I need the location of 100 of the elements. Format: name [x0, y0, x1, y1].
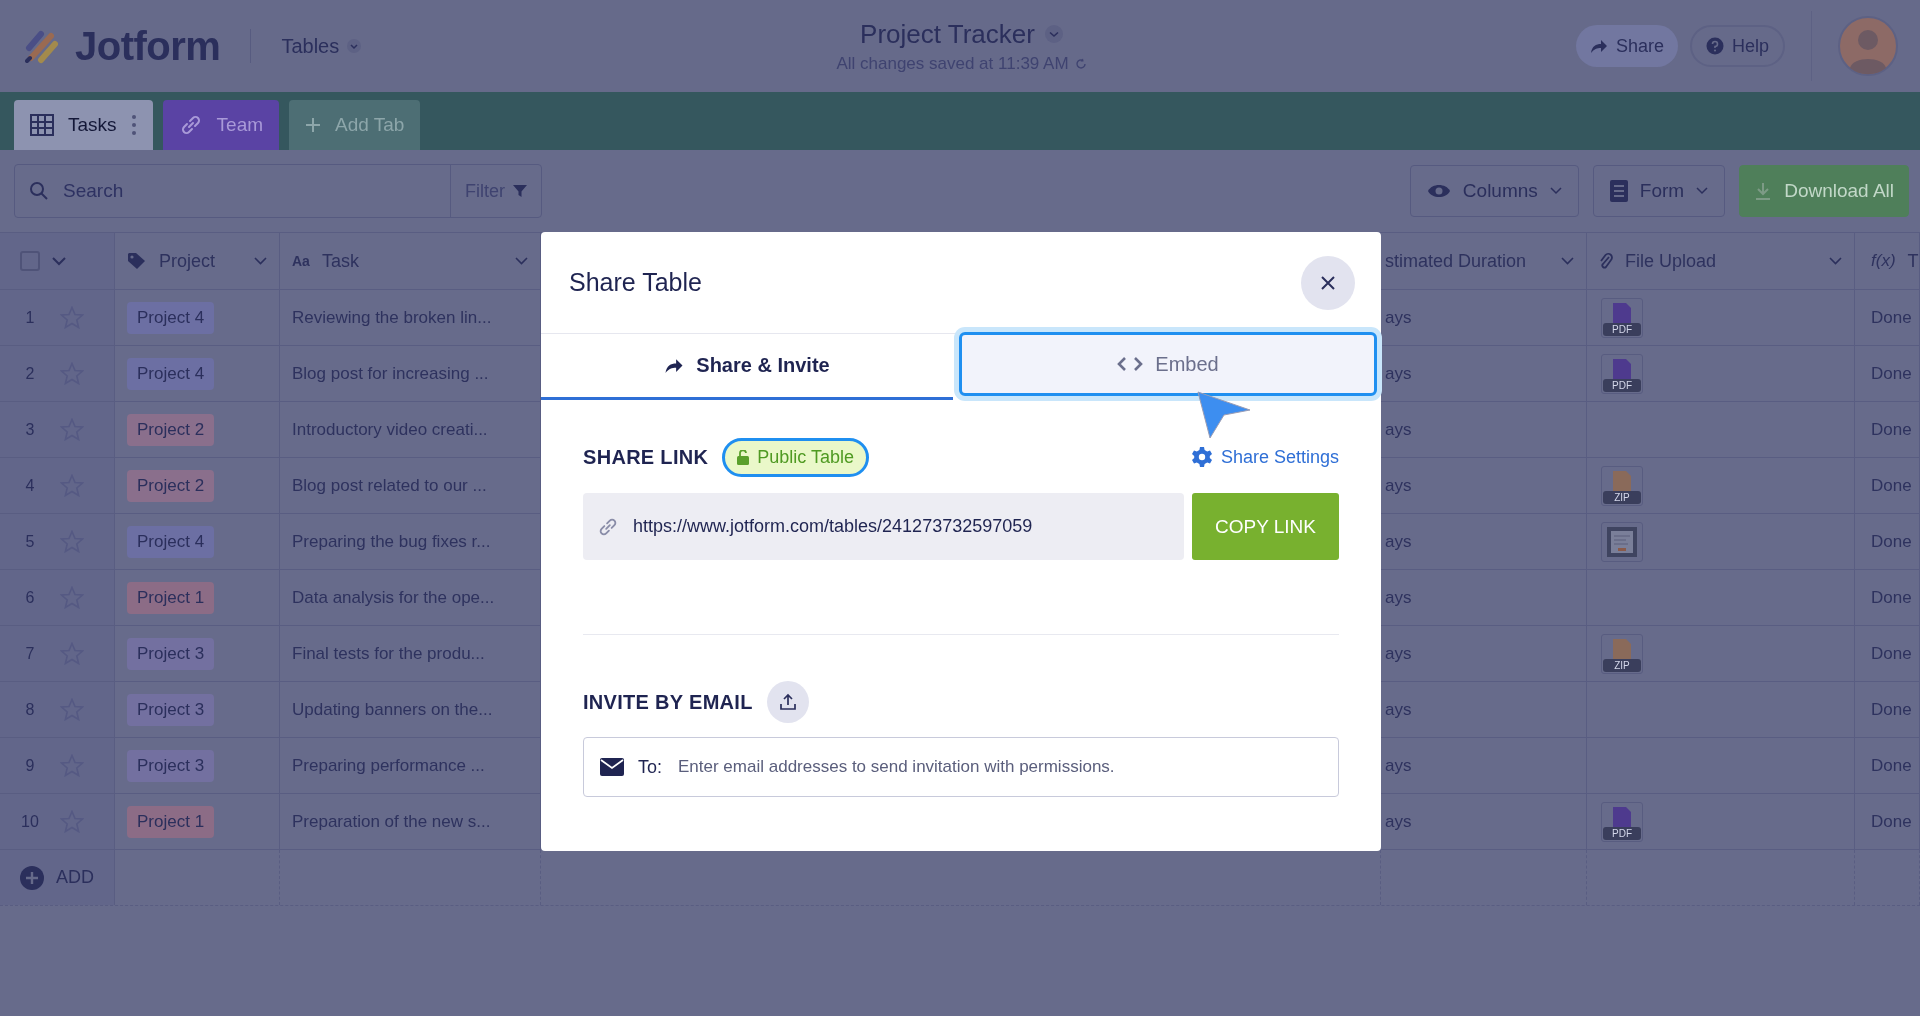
- table-cell: Done: [1871, 307, 1912, 328]
- column-header[interactable]: T: [1907, 250, 1919, 272]
- table-cell: ays: [1385, 699, 1412, 720]
- project-tag: Project 2: [127, 469, 215, 502]
- link-input[interactable]: https://www.jotform.com/tables/241273732597059: [631, 503, 1155, 550]
- share-arrow-icon: [664, 357, 685, 374]
- file-thumbnail[interactable]: PDF: [1601, 297, 1643, 338]
- chevron-icon[interactable]: [254, 257, 267, 265]
- table-cell: Done: [1871, 363, 1912, 384]
- table-cell: Done: [1871, 755, 1912, 776]
- project-tag: Project 3: [127, 749, 215, 782]
- file-type-label: ZIP: [1603, 658, 1641, 672]
- header-button[interactable]: Share: [1575, 25, 1678, 67]
- row-number: 6: [24, 588, 36, 607]
- download-icon: [1754, 182, 1773, 200]
- document-icon: [1609, 180, 1628, 202]
- table-cell: ays: [1385, 811, 1412, 832]
- table-cell: ays: [1385, 587, 1412, 608]
- section-heading: SHARE LINK: [583, 445, 709, 469]
- table-tab[interactable]: Tasks: [14, 100, 153, 150]
- search-field[interactable]: Search: [15, 165, 451, 217]
- eye-icon: [1426, 183, 1451, 199]
- table-cell: ays: [1385, 363, 1412, 384]
- file-thumbnail[interactable]: ZIP: [1601, 465, 1643, 506]
- envelope-icon: [600, 758, 624, 776]
- close-icon: [1320, 274, 1336, 291]
- column-header[interactable]: File Upload: [1625, 250, 1717, 272]
- toolbar-button[interactable]: Download All: [1739, 165, 1909, 217]
- table-cell: Done: [1871, 531, 1912, 552]
- table-cell: ays: [1385, 531, 1412, 552]
- refresh-icon: [1074, 57, 1087, 70]
- table-cell: ays: [1385, 475, 1412, 496]
- table-cell: ays: [1385, 419, 1412, 440]
- table-cell: Done: [1871, 587, 1912, 608]
- close-button[interactable]: [1301, 255, 1355, 310]
- kebab-icon[interactable]: [130, 114, 137, 136]
- chevron-icon: [347, 39, 362, 53]
- project-tag: Project 2: [127, 413, 215, 446]
- table-cell: Done: [1871, 475, 1912, 496]
- table-cell: Final tests for the produ...: [292, 643, 485, 664]
- funnel-icon: [513, 184, 527, 198]
- search-icon: [29, 181, 49, 201]
- table-cell: Preparing the bug fixes r...: [292, 531, 491, 552]
- logo-icon: [25, 28, 61, 64]
- file-thumbnail[interactable]: PDF: [1601, 353, 1643, 394]
- project-tag: Project 4: [127, 301, 215, 334]
- column-header[interactable]: Task: [321, 250, 359, 272]
- share-settings-link[interactable]: Share Settings: [1190, 446, 1339, 468]
- dialog-title: Share Table: [569, 268, 702, 297]
- chevron-icon[interactable]: [1044, 25, 1063, 43]
- share-arrow-icon: [1589, 38, 1608, 54]
- toolbar-button[interactable]: Form: [1592, 165, 1726, 217]
- chevron-icon[interactable]: [1829, 257, 1842, 265]
- chevron-icon: [1696, 187, 1709, 195]
- table-cell: Data analysis for the ope...: [292, 587, 495, 608]
- share-link-field[interactable]: https://www.jotform.com/tables/241273732597059: [583, 493, 1184, 560]
- field-type-label: f(x): [1871, 251, 1896, 271]
- header-button[interactable]: Help: [1689, 25, 1785, 67]
- upload-button[interactable]: [766, 681, 809, 723]
- email-field[interactable]: To: Enter email addresses to send invitation with permissions.: [583, 737, 1339, 797]
- avatar-icon[interactable]: [1838, 16, 1898, 76]
- table-tab[interactable]: Team: [162, 100, 280, 150]
- toolbar-button[interactable]: Columns: [1409, 165, 1579, 217]
- section-dropdown[interactable]: Tables: [281, 34, 362, 58]
- project-tag: Project 1: [127, 805, 215, 838]
- public-status-badge[interactable]: Public Table: [722, 437, 869, 477]
- table-tab[interactable]: Add Tab: [289, 100, 421, 150]
- table-cell: Done: [1871, 811, 1912, 832]
- search-input[interactable]: Search: [61, 170, 425, 212]
- table-cell: Introductory video creati...: [292, 419, 488, 440]
- file-type-label: PDF: [1603, 322, 1641, 336]
- table-cell: Blog post related to our ...: [292, 475, 487, 496]
- table-cell: Done: [1871, 699, 1912, 720]
- plus-circle-icon: [20, 865, 44, 890]
- cursor-icon: [1196, 390, 1252, 440]
- file-type-label: PDF: [1603, 826, 1641, 840]
- chevron-icon[interactable]: [1561, 257, 1574, 265]
- settings-icon: [1190, 446, 1213, 468]
- document-title[interactable]: Project Tracker: [860, 18, 1035, 50]
- paperclip-icon: [1599, 251, 1613, 271]
- chevron-icon[interactable]: [52, 256, 66, 266]
- logo-text: Jotform: [75, 23, 221, 69]
- table-cell: Preparation of the new s...: [292, 811, 491, 832]
- field-type-label: Aa: [292, 253, 310, 269]
- table-cell: Done: [1871, 643, 1912, 664]
- row-number: 4: [24, 476, 36, 495]
- file-thumbnail[interactable]: [1601, 521, 1643, 562]
- file-thumbnail[interactable]: ZIP: [1601, 633, 1643, 674]
- plus-icon: [305, 117, 322, 133]
- grid-icon: [30, 114, 54, 136]
- project-tag: Project 4: [127, 525, 215, 558]
- column-header[interactable]: stimated Duration: [1385, 250, 1527, 272]
- chevron-icon: [1549, 187, 1562, 195]
- dialog-tab[interactable]: Share & Invite: [541, 334, 953, 400]
- column-header[interactable]: Project: [159, 250, 216, 272]
- tag-icon: [127, 252, 147, 270]
- copy-link-button[interactable]: COPY LINK: [1192, 493, 1339, 560]
- table-cell: Updating banners on the...: [292, 699, 493, 720]
- chevron-icon[interactable]: [515, 257, 528, 265]
- file-thumbnail[interactable]: PDF: [1601, 801, 1643, 842]
